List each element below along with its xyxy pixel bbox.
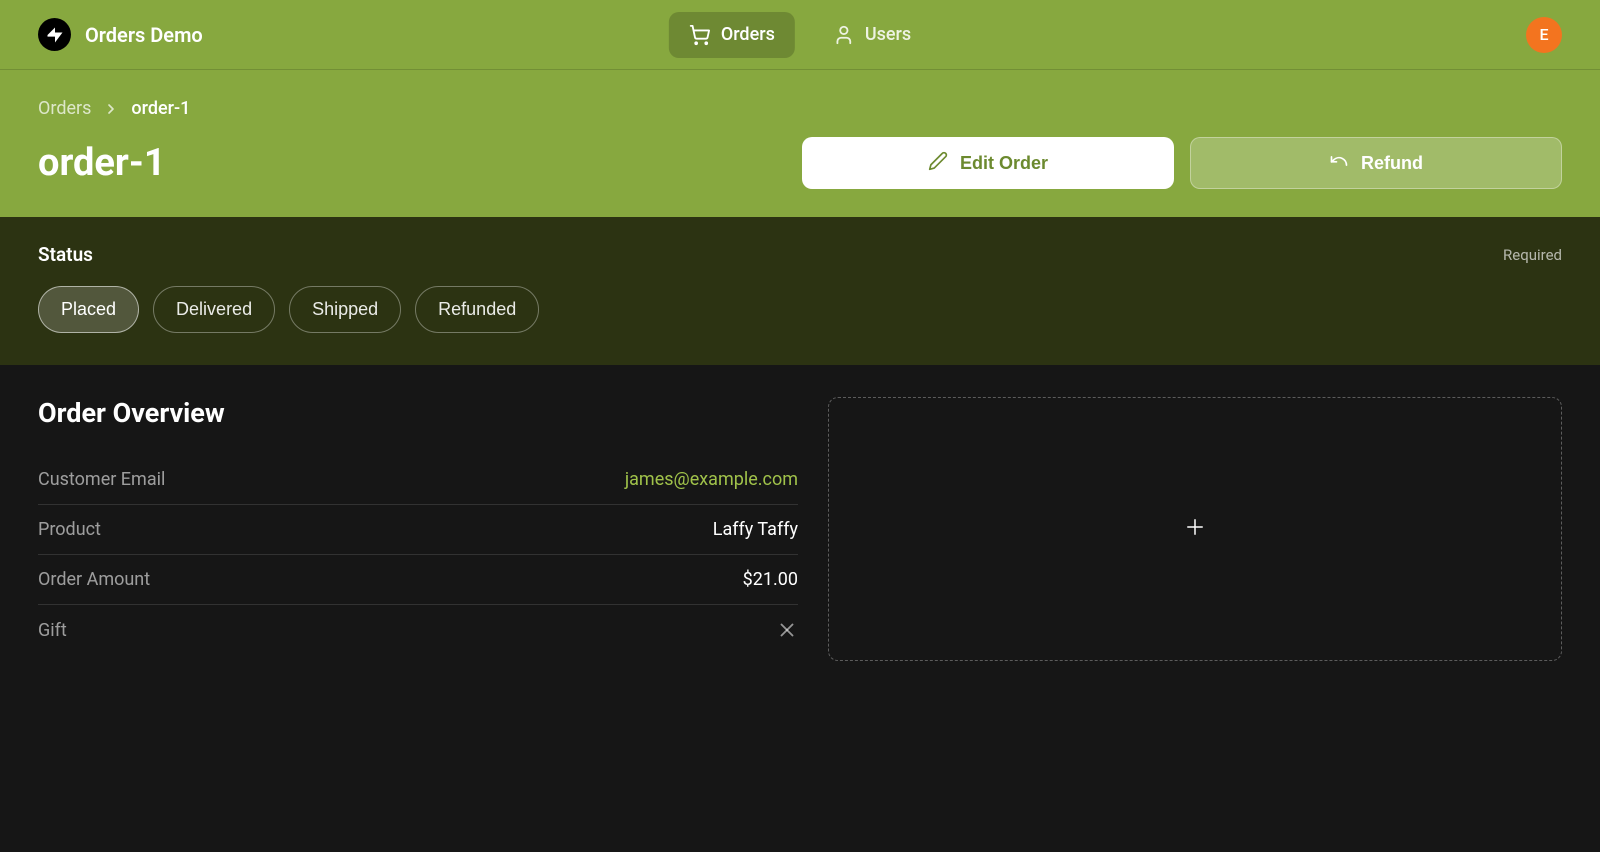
subheader: Orders order-1 order-1 Edit Order <box>0 70 1600 217</box>
status-section: Status Required Placed Delivered Shipped… <box>0 217 1600 365</box>
nav-item-orders[interactable]: Orders <box>669 12 795 58</box>
refund-button[interactable]: Refund <box>1190 137 1562 189</box>
cart-icon <box>689 24 711 46</box>
breadcrumb-parent[interactable]: Orders <box>38 98 91 119</box>
overview-title: Order Overview <box>38 397 798 429</box>
status-header: Status Required <box>38 243 1562 266</box>
chevron-right-icon <box>103 101 119 117</box>
action-buttons: Edit Order Refund <box>802 137 1562 189</box>
refund-label: Refund <box>1361 153 1423 174</box>
avatar[interactable]: E <box>1526 17 1562 53</box>
overview-row-product: Product Laffy Taffy <box>38 505 798 555</box>
overview-row-gift: Gift <box>38 605 798 655</box>
upload-dropzone[interactable] <box>828 397 1562 661</box>
overview-value-email[interactable]: james@example.com <box>625 469 798 490</box>
avatar-initial: E <box>1539 25 1548 44</box>
plus-icon <box>1183 515 1207 543</box>
overview-row-amount: Order Amount $21.00 <box>38 555 798 605</box>
status-label: Status <box>38 243 93 266</box>
required-label: Required <box>1503 246 1562 264</box>
right-panel <box>828 397 1562 661</box>
edit-order-label: Edit Order <box>960 153 1048 174</box>
nav-item-users[interactable]: Users <box>813 12 931 58</box>
overview-key-gift: Gift <box>38 620 67 641</box>
breadcrumb: Orders order-1 <box>38 98 1562 119</box>
brand-title: Orders Demo <box>85 23 203 47</box>
page-title: order-1 <box>38 141 166 185</box>
overview-row-email: Customer Email james@example.com <box>38 455 798 505</box>
pencil-icon <box>928 151 948 176</box>
overview-value-amount: $21.00 <box>743 569 798 590</box>
title-row: order-1 Edit Order Refund <box>38 137 1562 189</box>
status-chip-placed[interactable]: Placed <box>38 286 139 333</box>
breadcrumb-current: order-1 <box>131 98 190 119</box>
status-chip-delivered[interactable]: Delivered <box>153 286 275 333</box>
overview-panel: Order Overview Customer Email james@exam… <box>38 397 798 661</box>
nav-center: Orders Users <box>669 12 931 58</box>
topnav: Orders Demo Orders Users E <box>0 0 1600 70</box>
main-content: Order Overview Customer Email james@exam… <box>0 365 1600 693</box>
user-icon <box>833 24 855 46</box>
overview-key-product: Product <box>38 519 101 540</box>
nav-label-users: Users <box>865 24 911 45</box>
x-icon <box>776 619 798 641</box>
overview-value-product: Laffy Taffy <box>713 519 798 540</box>
undo-icon <box>1329 151 1349 176</box>
edit-order-button[interactable]: Edit Order <box>802 137 1174 189</box>
overview-key-amount: Order Amount <box>38 569 150 590</box>
status-chip-shipped[interactable]: Shipped <box>289 286 401 333</box>
status-chip-refunded[interactable]: Refunded <box>415 286 539 333</box>
status-chips: Placed Delivered Shipped Refunded <box>38 286 1562 333</box>
brand[interactable]: Orders Demo <box>38 18 203 51</box>
overview-key-email: Customer Email <box>38 469 165 490</box>
brand-logo-icon <box>38 18 71 51</box>
nav-label-orders: Orders <box>721 24 775 45</box>
